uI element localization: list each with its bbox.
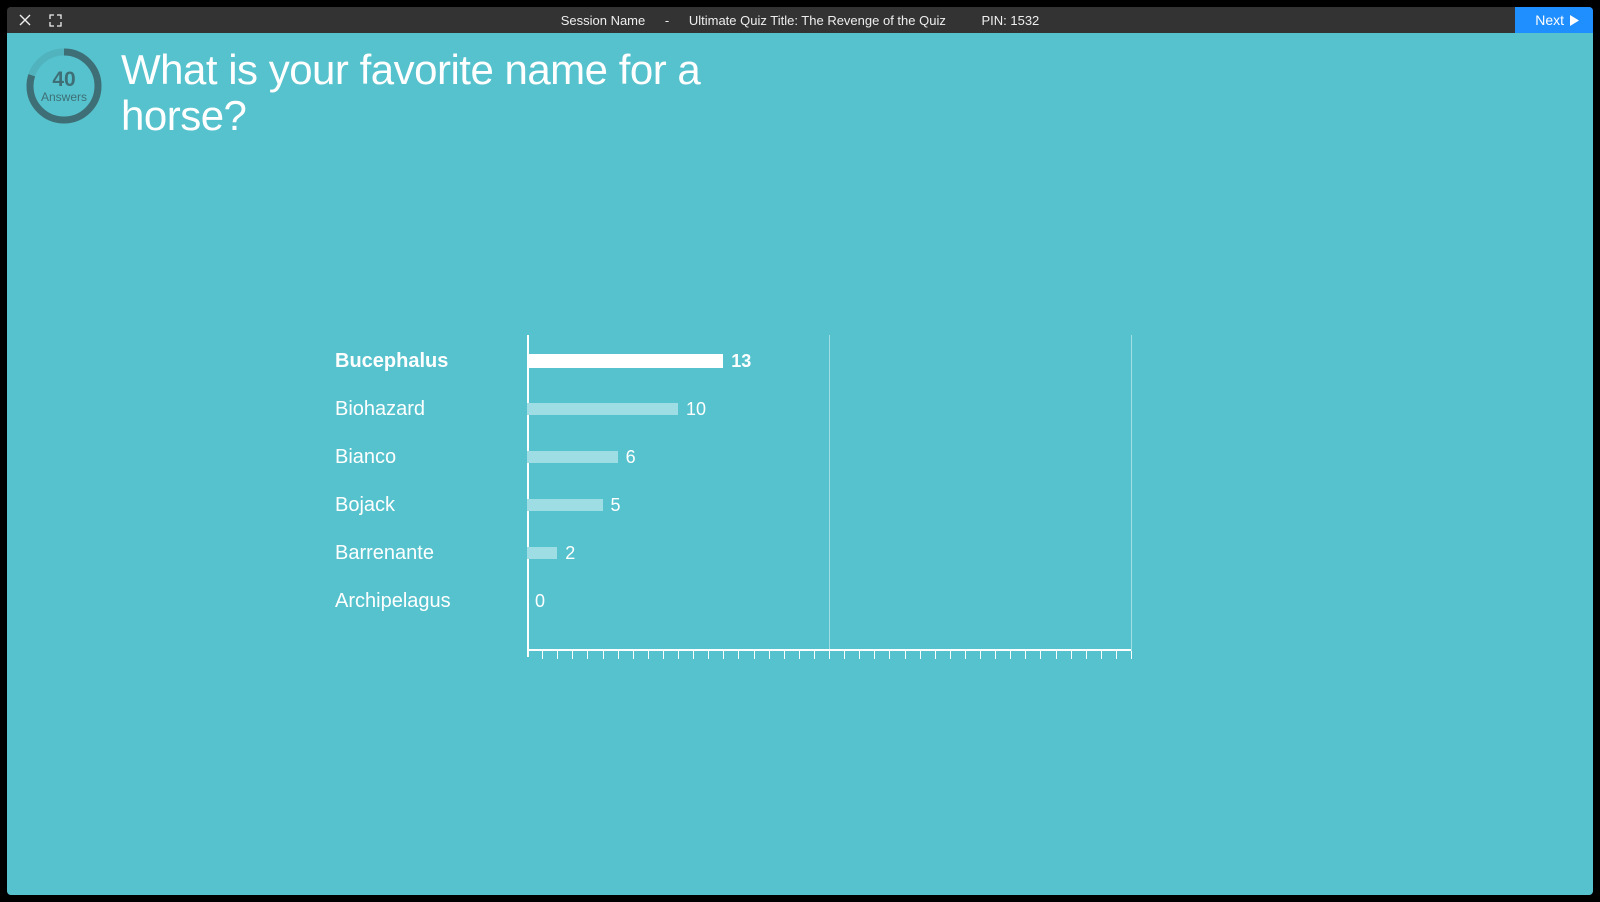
chart-category-label: Barrenante (335, 542, 527, 565)
axis-tick (769, 651, 770, 659)
chart-category-label: Biohazard (335, 398, 527, 421)
chart-row: Archipelagus 0 (335, 577, 1135, 625)
axis-tick (603, 651, 604, 659)
axis-tick (1131, 651, 1132, 659)
axis-tick (618, 651, 619, 659)
axis-tick (754, 651, 755, 659)
chart-category-label: Bojack (335, 494, 527, 517)
title-separator: - (665, 13, 669, 28)
pin-label: PIN: 1532 (981, 13, 1039, 28)
answers-progress-ring: 40 Answers (25, 47, 103, 125)
axis-tick (633, 651, 634, 659)
titlebar-controls (7, 14, 62, 27)
question-text: What is your favorite name for a horse? (121, 47, 721, 139)
axis-tick (965, 651, 966, 659)
play-icon (1570, 15, 1579, 26)
bar (527, 403, 678, 415)
axis-tick (1086, 651, 1087, 659)
axis-tick (905, 651, 906, 659)
axis-tick (920, 651, 921, 659)
next-button-label: Next (1535, 12, 1564, 28)
axis-tick (648, 651, 649, 659)
axis-tick (784, 651, 785, 659)
answers-label: Answers (41, 90, 87, 104)
bar-cell: 13 (527, 337, 1135, 385)
titlebar-title: Session Name - Ultimate Quiz Title: The … (7, 13, 1593, 28)
axis-tick (663, 651, 664, 659)
bar-value: 2 (565, 543, 575, 564)
axis-tick (1025, 651, 1026, 659)
chart-category-label: Bianco (335, 446, 527, 469)
axis-tick (1010, 651, 1011, 659)
bar-cell: 6 (527, 433, 1135, 481)
axis-tick (874, 651, 875, 659)
chart-row: Bianco 6 (335, 433, 1135, 481)
axis-tick (844, 651, 845, 659)
axis-tick (542, 651, 543, 659)
axis-tick (678, 651, 679, 659)
bar (527, 451, 618, 463)
bar-value: 6 (626, 447, 636, 468)
axis-tick (829, 651, 830, 659)
ring-text: 40 Answers (25, 47, 103, 125)
axis-tick (1071, 651, 1072, 659)
bar-cell: 0 (527, 577, 1135, 625)
axis-tick (814, 651, 815, 659)
axis-tick (995, 651, 996, 659)
axis-tick (950, 651, 951, 659)
bar (527, 499, 603, 511)
axis-tick (723, 651, 724, 659)
axis-tick (935, 651, 936, 659)
bar (527, 354, 723, 368)
chart-row: Bucephalus 13 (335, 337, 1135, 385)
bar-cell: 2 (527, 529, 1135, 577)
chart-category-label: Archipelagus (335, 590, 527, 613)
axis-tick (1040, 651, 1041, 659)
axis-tick (1116, 651, 1117, 659)
axis-tick (799, 651, 800, 659)
bar-cell: 10 (527, 385, 1135, 433)
chart-row: Barrenante 2 (335, 529, 1135, 577)
next-button[interactable]: Next (1515, 7, 1593, 33)
axis-tick (693, 651, 694, 659)
axis-tick (587, 651, 588, 659)
chart-category-label: Bucephalus (335, 350, 527, 373)
quiz-title: Ultimate Quiz Title: The Revenge of the … (689, 13, 946, 28)
bar-cell: 5 (527, 481, 1135, 529)
bar-value: 10 (686, 399, 706, 420)
axis-tick (738, 651, 739, 659)
axis-tick (859, 651, 860, 659)
fullscreen-icon[interactable] (49, 14, 62, 27)
bar (527, 547, 557, 559)
axis-tick (889, 651, 890, 659)
axis-tick (572, 651, 573, 659)
titlebar: Session Name - Ultimate Quiz Title: The … (7, 7, 1593, 33)
app-window: Session Name - Ultimate Quiz Title: The … (7, 7, 1593, 895)
close-icon[interactable] (19, 14, 31, 26)
session-name: Session Name (561, 13, 646, 28)
answers-count: 40 (52, 68, 75, 92)
results-bar-chart: Bucephalus 13 Biohazard 10 Bianco 6 Bojack 5 Bar… (335, 337, 1135, 625)
axis-tick (557, 651, 558, 659)
bar-value: 5 (611, 495, 621, 516)
axis-tick (980, 651, 981, 659)
axis-tick (1101, 651, 1102, 659)
bar-value: 13 (731, 351, 751, 372)
axis-tick (1056, 651, 1057, 659)
bar-value: 0 (535, 591, 545, 612)
header-row: 40 Answers What is your favorite name fo… (7, 33, 1593, 139)
chart-row: Biohazard 10 (335, 385, 1135, 433)
chart-row: Bojack 5 (335, 481, 1135, 529)
axis-tick (708, 651, 709, 659)
content-area: 40 Answers What is your favorite name fo… (7, 33, 1593, 895)
x-axis (527, 649, 1131, 651)
